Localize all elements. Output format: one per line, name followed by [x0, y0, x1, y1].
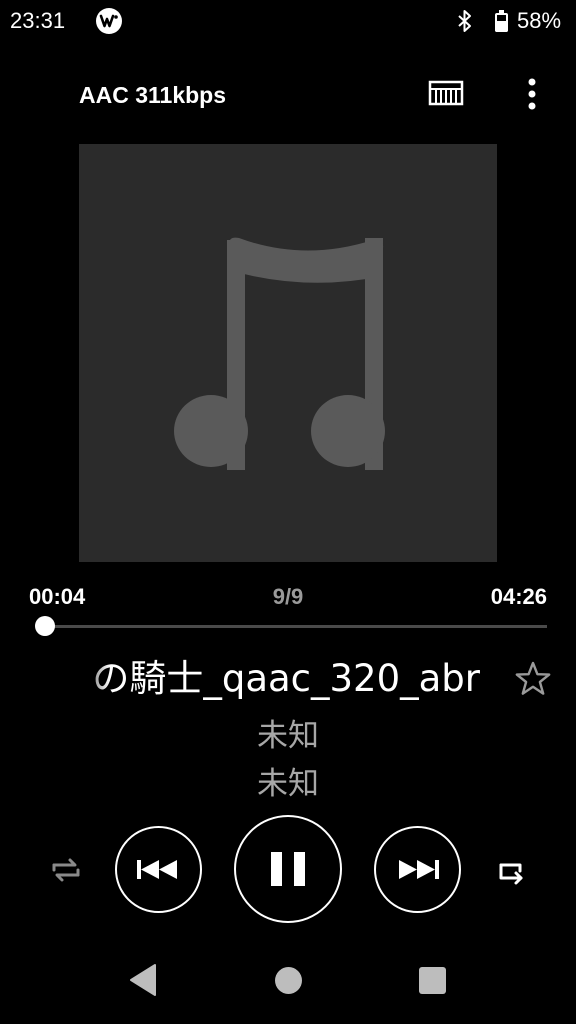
- recents-icon[interactable]: [419, 967, 446, 994]
- track-title: の騎士_qaac_320_abr: [92, 657, 480, 700]
- battery-icon: [495, 10, 508, 32]
- next-icon: [399, 860, 439, 879]
- track-title-container: の騎士_qaac_320_abr: [70, 654, 488, 704]
- bluetooth-icon: [456, 9, 474, 37]
- shuffle-icon[interactable]: [47, 853, 85, 885]
- repeat-icon[interactable]: [493, 856, 529, 888]
- pause-icon: [271, 852, 305, 886]
- more-options-icon[interactable]: [520, 77, 544, 111]
- previous-icon: [137, 860, 177, 879]
- seek-bar[interactable]: [37, 625, 547, 628]
- album-artwork: [79, 144, 497, 562]
- pause-button[interactable]: [234, 815, 342, 923]
- equalizer-icon[interactable]: [428, 78, 464, 110]
- codec-label: AAC 311kbps: [79, 82, 227, 108]
- walkman-icon: [96, 8, 122, 34]
- track-album: 未知: [257, 766, 319, 802]
- back-icon[interactable]: [128, 962, 158, 998]
- seek-thumb[interactable]: [35, 616, 55, 636]
- previous-button[interactable]: [115, 826, 202, 913]
- status-time: 23:31: [10, 8, 66, 33]
- music-note-icon: [174, 237, 385, 470]
- next-button[interactable]: [374, 826, 461, 913]
- total-time: 04:26: [490, 584, 547, 609]
- track-position: 9/9: [272, 584, 304, 609]
- battery-percent: 58%: [517, 8, 562, 33]
- home-icon[interactable]: [275, 967, 302, 994]
- favorite-star-icon[interactable]: [514, 660, 552, 698]
- track-artist: 未知: [257, 718, 319, 754]
